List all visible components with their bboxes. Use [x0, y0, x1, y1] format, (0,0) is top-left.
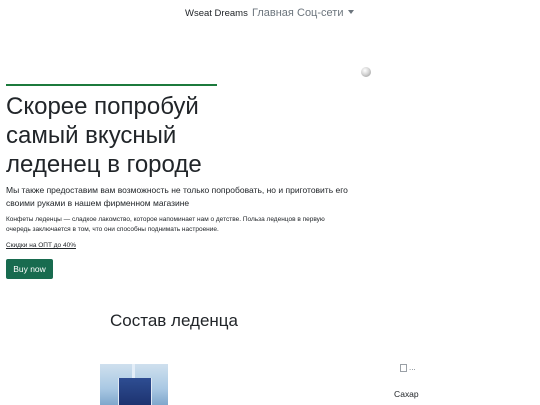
- hero-title-line-3: леденец в городе: [6, 151, 202, 178]
- discount-link[interactable]: Скидки на ОПТ до 40%: [6, 242, 76, 249]
- hero-lead-text: Мы также предоставим вам возможность не …: [6, 185, 348, 208]
- hero-title-line-2: самый вкусный: [6, 122, 177, 149]
- top-navbar: Wseat Dreams Главная Соц-сети: [0, 0, 540, 30]
- hero-title: Скорее попробуй самый вкусный леденец в …: [6, 92, 202, 179]
- broken-image-placeholder: ...: [400, 363, 416, 372]
- nav-dropdown-social-label: Соц-сети: [297, 7, 344, 19]
- section-title: Состав леденца: [110, 311, 238, 330]
- hero-description: Конфеты леденцы — сладкое лакомство, кот…: [6, 216, 325, 233]
- broken-image-icon: [400, 363, 407, 372]
- nav-dropdown-social[interactable]: Соц-сети: [297, 7, 355, 19]
- caret-down-icon: [348, 10, 355, 15]
- ingredient-caption-sugar: Сахар: [394, 389, 419, 399]
- broken-image-alt: ...: [409, 363, 416, 372]
- brand-link[interactable]: Wseat Dreams: [185, 8, 248, 19]
- buy-now-button[interactable]: Buy now: [6, 259, 53, 279]
- hero-title-line-1: Скорее попробуй: [6, 93, 199, 120]
- nav-link-home[interactable]: Главная: [252, 7, 294, 19]
- hero-image-icon: [361, 67, 371, 77]
- water-glass-photo: [100, 364, 168, 405]
- hero-accent-rule: [6, 84, 217, 86]
- glass-shape: [118, 378, 152, 405]
